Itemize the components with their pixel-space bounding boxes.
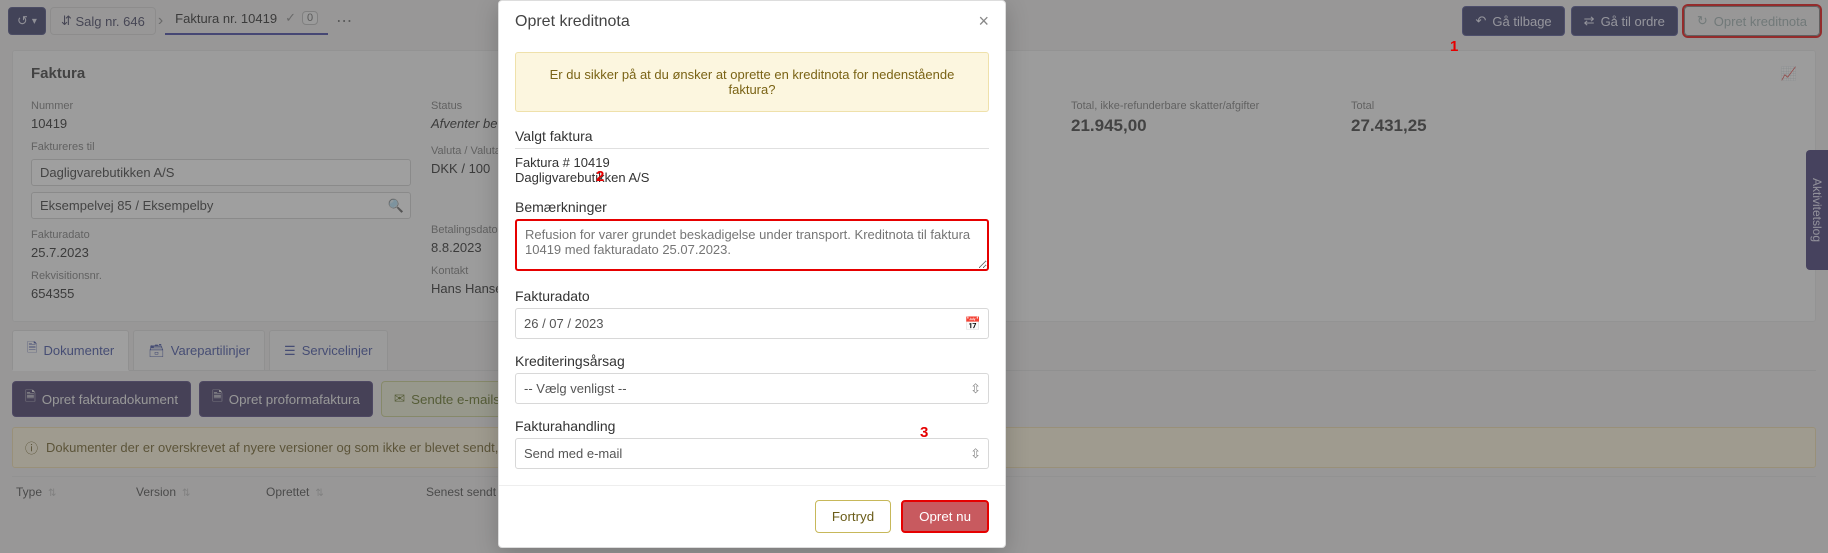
annotation-1: 1	[1450, 38, 1458, 55]
invoice-date-modal-label: Fakturadato	[515, 288, 989, 304]
invoice-action-select[interactable]: Send med e-mail	[515, 438, 989, 469]
calendar-icon[interactable]: 📅	[965, 316, 981, 332]
invoice-action-label: Fakturahandling	[515, 418, 989, 434]
create-credit-note-modal: Opret kreditnota × Er du sikker på at du…	[498, 0, 1006, 548]
confirm-alert: Er du sikker på at du ønsker at oprette …	[515, 52, 989, 112]
remarks-label: Bemærkninger	[515, 199, 607, 215]
selected-invoice-number: Faktura # 10419	[515, 155, 989, 170]
credit-reason-select[interactable]: -- Vælg venligst --	[515, 373, 989, 404]
close-icon[interactable]: ×	[978, 11, 989, 32]
updown-icon: ⇳	[970, 381, 981, 397]
credit-reason-label: Krediteringsårsag	[515, 353, 989, 369]
invoice-date-input[interactable]	[515, 308, 989, 339]
selected-invoice-label: Valgt faktura	[515, 128, 989, 144]
annotation-3: 3	[920, 424, 928, 441]
annotation-2: 2	[596, 168, 604, 185]
cancel-button[interactable]: Fortryd	[815, 500, 891, 533]
selected-invoice-customer: Dagligvarebutikken A/S	[515, 170, 989, 185]
modal-title: Opret kreditnota	[515, 13, 630, 31]
remarks-textarea[interactable]	[515, 219, 989, 271]
updown-icon: ⇳	[970, 446, 981, 462]
create-now-button[interactable]: Opret nu	[901, 500, 989, 533]
